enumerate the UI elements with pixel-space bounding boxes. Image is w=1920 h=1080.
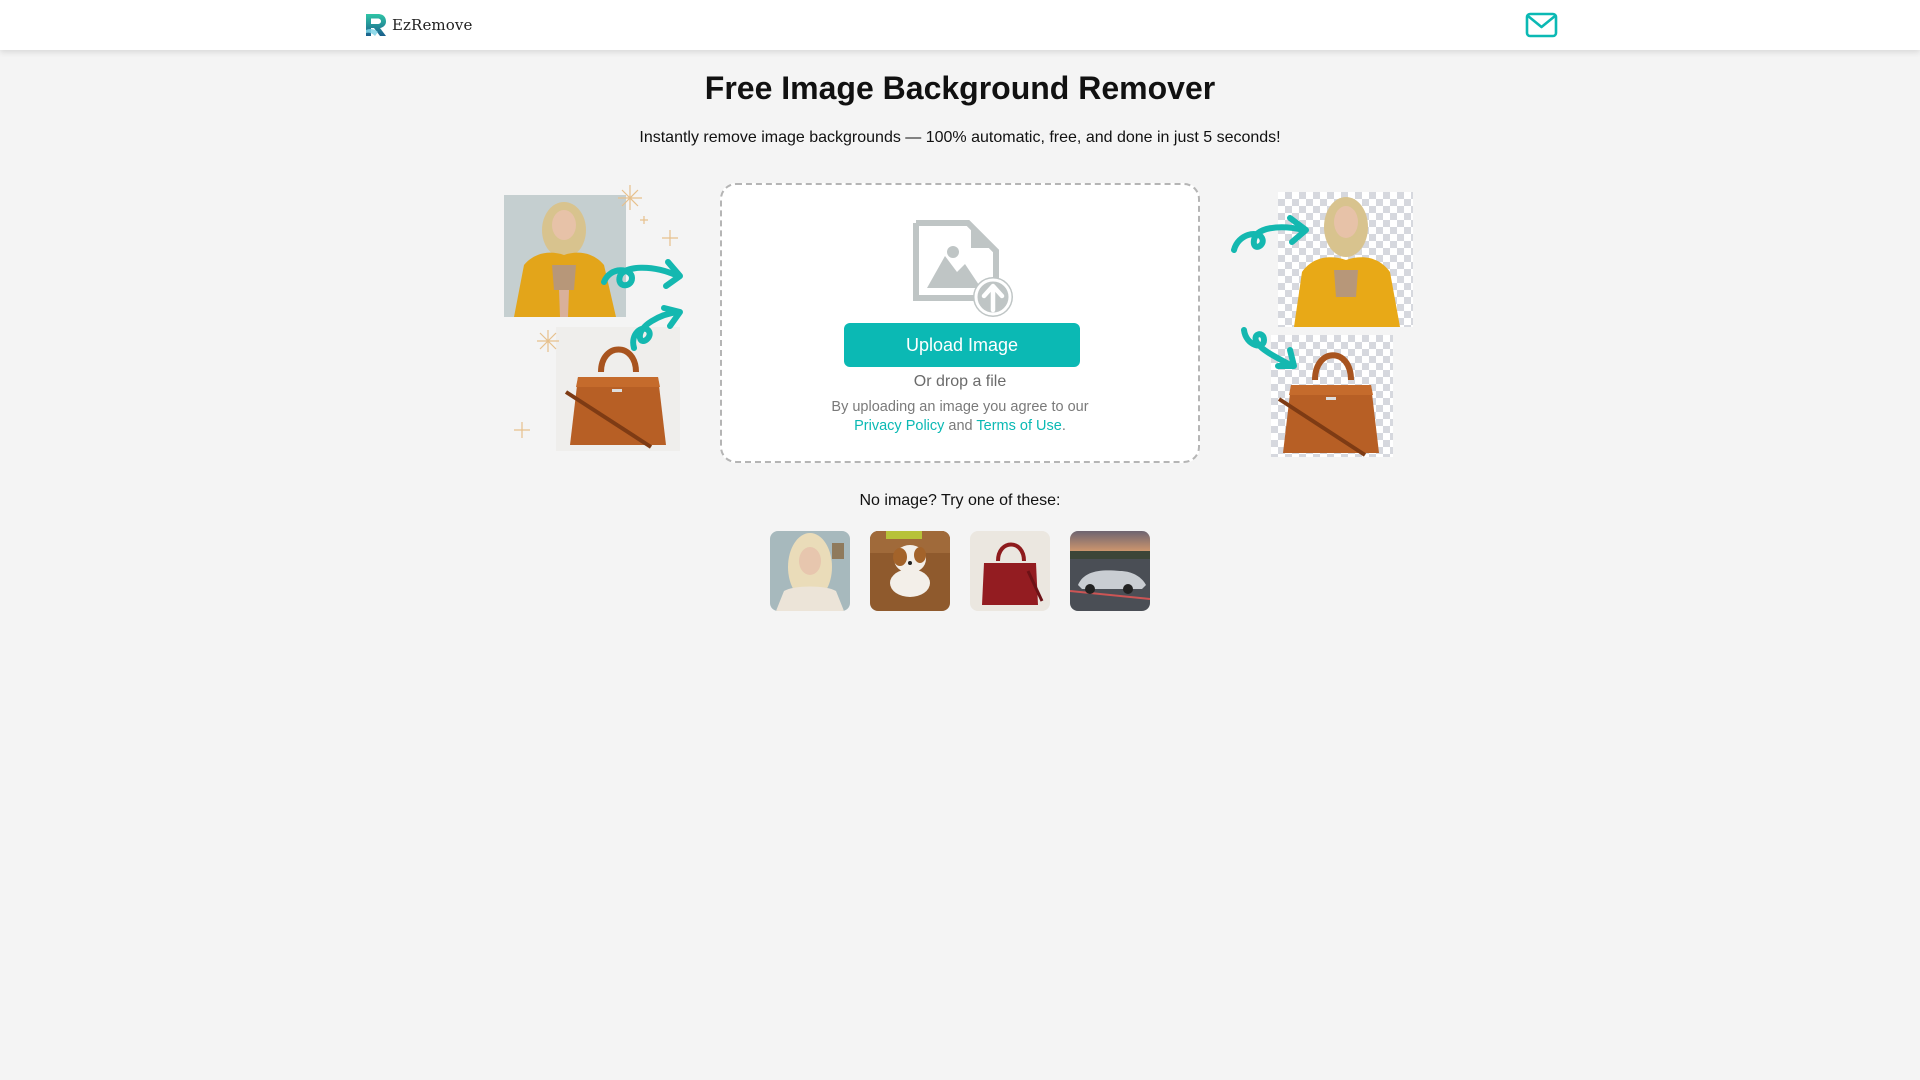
sample-thumb-puppy[interactable] <box>870 531 950 611</box>
sample-thumb-handbag[interactable] <box>970 531 1050 611</box>
drop-file-hint: Or drop a file <box>913 373 1007 390</box>
top-navbar: EzRemove <box>0 0 1920 50</box>
brand-name: EzRemove <box>392 16 473 34</box>
brand-logo[interactable]: EzRemove <box>362 12 472 38</box>
mail-icon[interactable] <box>1525 12 1558 38</box>
agree-mid: and <box>948 418 973 434</box>
sample-images <box>770 531 1150 611</box>
arrow-icon <box>601 259 683 351</box>
before-illustration <box>492 180 692 465</box>
after-illustration <box>1228 180 1428 465</box>
sample-thumb-car[interactable] <box>1070 531 1150 611</box>
terms-notice: By uploading an image you agree to our P… <box>722 398 1198 436</box>
agree-prefix: By uploading an image you agree to our <box>831 399 1089 415</box>
arrow-icon <box>1231 215 1309 369</box>
image-upload-icon <box>913 220 1013 317</box>
samples-label: No image? Try one of these: <box>859 492 1061 509</box>
page-subtitle: Instantly remove image backgrounds — 100… <box>639 129 1281 146</box>
sample-thumb-woman[interactable] <box>770 531 850 611</box>
upload-dropzone[interactable]: Upload Image Or drop a file By uploading… <box>720 183 1200 463</box>
privacy-policy-link[interactable]: Privacy Policy <box>854 418 944 434</box>
upload-image-button[interactable]: Upload Image <box>844 323 1080 367</box>
agree-suffix: . <box>1061 418 1066 434</box>
ezremove-logo-icon <box>366 14 386 36</box>
terms-of-use-link[interactable]: Terms of Use <box>976 418 1061 434</box>
page-title: Free Image Background Remover <box>704 70 1216 106</box>
